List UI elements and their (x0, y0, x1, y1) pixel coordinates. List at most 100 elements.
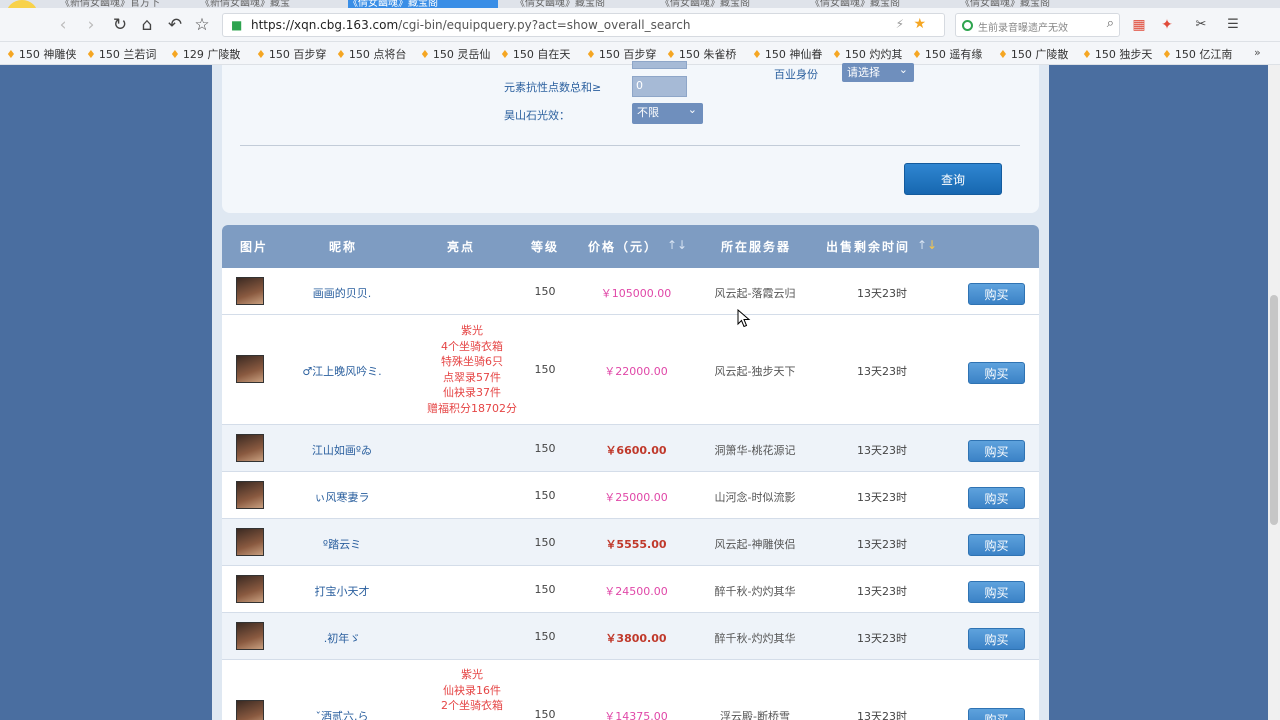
browser-search-box[interactable]: 生前录音曝遗产无效 ⌕ (955, 13, 1120, 37)
game-icon[interactable]: ✦ (1156, 14, 1178, 36)
apps-icon[interactable]: ▦ (1128, 14, 1150, 36)
character-portrait[interactable] (236, 434, 264, 462)
bookmark-item[interactable]: ♦ 150 遥有缘 (912, 46, 982, 62)
buy-button[interactable]: 购买 (968, 628, 1025, 650)
header-time-left[interactable]: 出售剩余时间 (826, 238, 914, 255)
buy-button[interactable]: 购买 (968, 283, 1025, 305)
highlight-item: 仙袂录37件 (443, 386, 501, 399)
buy-button[interactable]: 购买 (968, 362, 1025, 384)
buy-button[interactable]: 购买 (968, 440, 1025, 462)
more-bookmarks-icon[interactable]: » (1254, 46, 1261, 59)
level: 150 (534, 442, 556, 455)
kunshan-select[interactable]: 不限 (632, 100, 703, 124)
price-sort-icon[interactable]: ↑↓ (664, 238, 690, 252)
server: 风云起-独步天下 (714, 365, 796, 378)
level: 150 (534, 363, 556, 376)
scissors-icon[interactable]: ✂ (1190, 14, 1212, 36)
browser-tab[interactable]: 《倩女幽魂》藏宝阁 (810, 0, 930, 8)
back-icon[interactable]: ‹ (52, 14, 74, 36)
menu-icon[interactable]: ☰ (1222, 14, 1244, 36)
browser-tab-active[interactable]: 《倩女幽魂》藏宝阁 (348, 0, 498, 8)
identity-select[interactable]: 请选择 (842, 60, 914, 82)
table-row: ぃ风寒妻ラ 150 ￥25000.00 山河念-时似流影 13天23时 购买 (222, 472, 1039, 519)
scrollbar-thumb[interactable] (1270, 295, 1278, 525)
bookmark-item[interactable]: ♦ 150 神雕侠 (6, 46, 76, 62)
query-button[interactable]: 查询 (904, 163, 1002, 195)
bookmark-item[interactable]: ♦ 150 广陵散 (998, 46, 1068, 62)
bookmark-item[interactable]: ♦ 150 百步穿 (586, 46, 656, 62)
time-left: 13天23时 (857, 287, 907, 300)
forward-icon[interactable]: › (80, 14, 102, 36)
table-row: .初年ゞ 150 ￥3800.00 醉千秋-灼灼其华 13天23时 购买 (222, 613, 1039, 660)
favorite-star-icon[interactable]: ★ (913, 16, 926, 32)
header-highlights: 亮点 (446, 240, 475, 254)
bookmark-item[interactable]: ♦ 150 神仙眷 (752, 46, 822, 62)
bookmark-icon: ♦ (1082, 48, 1092, 61)
time-sort-icon[interactable]: ↑↓ (914, 238, 940, 252)
search-engine-icon (962, 20, 973, 31)
time-left: 13天23时 (857, 632, 907, 645)
bookmark-icon: ♦ (256, 48, 266, 61)
browser-tab[interactable]: 《倩女幽魂》藏宝阁 (660, 0, 780, 8)
bookmark-item[interactable]: ♦ 150 亿江南 (1162, 46, 1232, 62)
nickname[interactable]: ♂江上晚风吟ミ. (282, 363, 402, 379)
bookmark-item[interactable]: ♦ 150 朱雀桥 (666, 46, 736, 62)
character-portrait[interactable] (236, 481, 264, 509)
bookmark-item[interactable]: ♦ 150 百步穿 (256, 46, 326, 62)
buy-button[interactable]: 购买 (968, 487, 1025, 509)
address-bar-row: ‹ › ↻ ⌂ ↶ ☆ ■ https://xqn.cbg.163.com/cg… (0, 8, 1280, 42)
nickname[interactable]: 江山如画ºゐ (282, 442, 402, 458)
nickname[interactable]: .初年ゞ (282, 630, 402, 646)
nickname[interactable]: ぃ风寒妻ラ (282, 489, 402, 505)
element-resist-input[interactable]: 0 (632, 76, 687, 97)
level: 150 (534, 708, 556, 720)
character-portrait[interactable] (236, 528, 264, 556)
url-field[interactable]: ■ https://xqn.cbg.163.com/cgi-bin/equipq… (222, 13, 945, 37)
browser-tab[interactable]: 《倩女幽魂》藏宝阁 (960, 0, 1080, 8)
bookmark-star-icon[interactable]: ☆ (191, 14, 213, 36)
undo-icon[interactable]: ↶ (164, 14, 186, 36)
bookmark-item[interactable]: ♦ 150 点将台 (336, 46, 406, 62)
nickname[interactable]: 画画的贝贝. (282, 285, 402, 301)
mouse-cursor-icon (737, 309, 751, 328)
level: 150 (534, 630, 556, 643)
scrollbar[interactable] (1268, 65, 1280, 720)
server: 风云起-神雕侠侣 (714, 538, 796, 551)
character-portrait[interactable] (236, 575, 264, 603)
character-portrait[interactable] (236, 700, 264, 720)
search-placeholder: 生前录音曝遗产无效 (978, 23, 1068, 34)
search-icon[interactable]: ⌕ (1107, 16, 1114, 31)
home-icon[interactable]: ⌂ (136, 14, 158, 36)
browser-tab[interactable]: 《新倩女幽魂》官方下 (60, 0, 175, 8)
level: 150 (534, 489, 556, 502)
time-left: 13天23时 (857, 365, 907, 378)
nickname[interactable]: º踏云ミ (282, 536, 402, 552)
header-price[interactable]: 价格（元） (588, 238, 668, 255)
browser-tab[interactable]: 《新倩女幽魂》藏宝 (200, 0, 320, 8)
time-left: 13天23时 (857, 444, 907, 457)
buy-button[interactable]: 购买 (968, 581, 1025, 603)
price: ￥5555.00 (605, 538, 667, 551)
element-resist-label: 元素抗性点数总和≥ (504, 81, 602, 94)
bookmark-item[interactable]: ♦ 150 灵岳仙 (420, 46, 490, 62)
bolt-icon[interactable]: ⚡ (896, 17, 904, 31)
character-portrait[interactable] (236, 355, 264, 383)
server: 风云起-落霞云归 (714, 287, 796, 300)
buy-button[interactable]: 购买 (968, 708, 1025, 720)
reload-icon[interactable]: ↻ (109, 14, 131, 36)
filter-input-partial[interactable] (632, 61, 687, 69)
time-left: 13天23时 (857, 491, 907, 504)
bookmark-item[interactable]: ♦ 150 自在天 (500, 46, 570, 62)
bookmark-item[interactable]: ♦ 150 兰若词 (86, 46, 156, 62)
nickname[interactable]: ˇ酒贰六.ら (282, 708, 402, 720)
bookmark-icon: ♦ (586, 48, 596, 61)
character-portrait[interactable] (236, 277, 264, 305)
bookmark-item[interactable]: ♦ 129 广陵散 (170, 46, 240, 62)
bookmark-item[interactable]: ♦ 150 灼灼其 (832, 46, 902, 62)
browser-tab[interactable]: 《倩女幽魂》藏宝阁 (515, 0, 635, 8)
buy-button[interactable]: 购买 (968, 534, 1025, 556)
bookmark-item[interactable]: ♦ 150 独步天 (1082, 46, 1152, 62)
character-portrait[interactable] (236, 622, 264, 650)
bookmark-icon: ♦ (336, 48, 346, 61)
nickname[interactable]: 打宝小天才 (282, 583, 402, 599)
